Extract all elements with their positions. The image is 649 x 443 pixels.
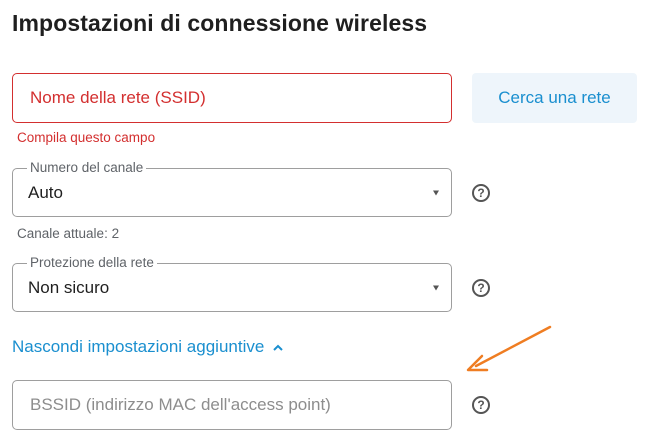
current-channel-text: Canale attuale: 2: [17, 226, 120, 241]
dropdown-arrow-icon: [433, 190, 439, 195]
channel-label: Numero del canale: [27, 160, 147, 175]
channel-value: Auto: [28, 182, 63, 202]
hide-advanced-settings-link[interactable]: Nascondi impostazioni aggiuntive: [12, 337, 284, 357]
security-label: Protezione della rete: [27, 255, 157, 270]
channel-select[interactable]: Numero del canale Auto: [12, 160, 452, 217]
chevron-up-icon: [273, 344, 284, 351]
security-help-icon[interactable]: ?: [472, 279, 490, 297]
bssid-placeholder: BSSID (indirizzo MAC dell'access point): [30, 395, 331, 414]
bssid-input[interactable]: BSSID (indirizzo MAC dell'access point): [12, 380, 452, 430]
bssid-help-icon[interactable]: ?: [472, 396, 490, 414]
security-select[interactable]: Protezione della rete Non sicuro: [12, 255, 452, 312]
page-title: Impostazioni di connessione wireless: [12, 10, 428, 36]
channel-help-icon[interactable]: ?: [472, 184, 490, 202]
ssid-placeholder: Nome della rete (SSID): [30, 88, 206, 107]
ssid-input[interactable]: Nome della rete (SSID): [12, 73, 452, 123]
ssid-error-text: Compila questo campo: [17, 130, 156, 145]
scan-network-button[interactable]: Cerca una rete: [472, 73, 637, 123]
security-value: Non sicuro: [28, 277, 110, 297]
dropdown-arrow-icon: [433, 285, 439, 290]
annotation-arrow-icon: [466, 325, 552, 372]
hide-advanced-settings-label: Nascondi impostazioni aggiuntive: [12, 337, 265, 356]
